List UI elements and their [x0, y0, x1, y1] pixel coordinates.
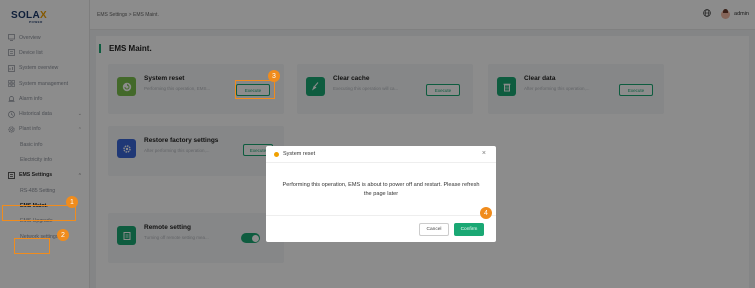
highlight-ems-maint [14, 238, 50, 254]
dialog-footer: Cancel Confirm [266, 215, 496, 242]
warning-dot-icon [274, 151, 279, 157]
close-icon[interactable]: × [482, 150, 486, 157]
confirm-button[interactable]: Confirm [454, 223, 484, 236]
annotation-badge: 2 [57, 229, 69, 241]
highlight-ems-settings [2, 205, 76, 221]
dialog-header: System reset [266, 146, 496, 163]
confirm-dialog: System reset × Performing this operation… [266, 146, 496, 242]
annotation-badge: 1 [66, 196, 78, 208]
dialog-title: System reset [283, 151, 316, 157]
dialog-message: Performing this operation, EMS is about … [282, 182, 480, 197]
modal-overlay[interactable] [0, 0, 755, 288]
cancel-button[interactable]: Cancel [419, 223, 449, 236]
annotation-badge: 4 [480, 207, 492, 219]
highlight-execute [235, 80, 275, 99]
annotation-badge: 3 [268, 70, 280, 82]
